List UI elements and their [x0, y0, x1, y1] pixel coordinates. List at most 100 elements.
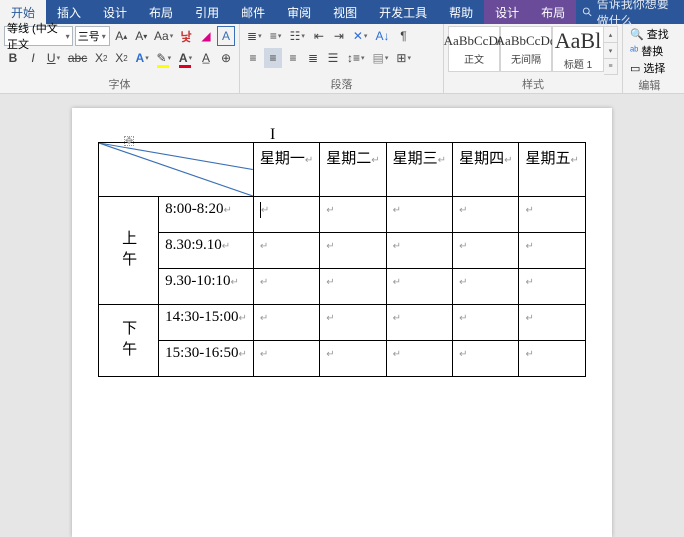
header-wed[interactable]: 星期三↵ [386, 143, 452, 197]
align-left-button[interactable]: ≡ [244, 48, 262, 68]
align-center-button[interactable]: ≡ [264, 48, 282, 68]
style-gallery-scroll[interactable]: ▴ ▾ ≡ [604, 26, 618, 75]
style-gallery[interactable]: AaBbCcDd 正文 AaBbCcDd 无间隔 AaBl 标题 1 ▴ ▾ ≡ [448, 26, 618, 75]
schedule-cell[interactable]: ↵ [386, 341, 452, 377]
section-pm[interactable]: 下午 [99, 305, 159, 377]
justify-button[interactable]: ≣ [304, 48, 322, 68]
diag-header-cell[interactable] [99, 143, 254, 197]
schedule-table[interactable]: 星期一↵ 星期二↵ 星期三↵ 星期四↵ 星期五↵ 上午 8:00-8:20↵ ↵… [98, 142, 586, 377]
char-shading-button[interactable]: ⊕ [217, 48, 235, 68]
distribute-button[interactable]: ☰ [324, 48, 342, 68]
find-button[interactable]: 🔍查找 [627, 26, 672, 42]
tab-design[interactable]: 设计 [92, 0, 138, 24]
underline-button[interactable]: U▾ [44, 48, 63, 68]
schedule-cell[interactable]: ↵ [386, 197, 452, 233]
header-thu[interactable]: 星期四↵ [453, 143, 519, 197]
time-cell[interactable]: 8.30:9.10↵ [159, 233, 254, 269]
style-up-icon[interactable]: ▴ [604, 27, 617, 43]
tab-help[interactable]: 帮助 [438, 0, 484, 24]
schedule-cell[interactable]: ↵ [320, 341, 386, 377]
select-button[interactable]: ▭选择 [627, 60, 672, 76]
sort-button[interactable]: A↓ [372, 26, 392, 46]
time-cell[interactable]: 8:00-8:20↵ [159, 197, 254, 233]
font-color-button[interactable]: A▾ [176, 48, 195, 68]
header-fri[interactable]: 星期五↵ [519, 143, 585, 197]
numbering-button[interactable]: ≡▾ [267, 26, 285, 46]
group-paragraph-label: 段落 [244, 75, 439, 93]
align-right-button[interactable]: ≡ [284, 48, 302, 68]
tab-dev[interactable]: 开发工具 [368, 0, 438, 24]
inc-indent-button[interactable]: ⇥ [330, 26, 348, 46]
style-nospace[interactable]: AaBbCcDd 无间隔 [500, 26, 552, 72]
schedule-cell[interactable]: ↵ [386, 233, 452, 269]
time-cell[interactable]: 15:30-16:50↵ [159, 341, 254, 377]
schedule-cell[interactable]: ↵ [320, 269, 386, 305]
schedule-cell[interactable]: ↵ [253, 197, 319, 233]
font-size-select[interactable]: 三号▾ [75, 26, 111, 46]
schedule-cell[interactable]: ↵ [320, 233, 386, 269]
borders-button[interactable]: ⊞▾ [393, 48, 414, 68]
replace-button[interactable]: ᵃᵇ替换 [627, 43, 672, 59]
header-mon[interactable]: 星期一↵ [253, 143, 319, 197]
asian-layout-button[interactable]: ✕▾ [350, 26, 371, 46]
schedule-cell[interactable]: ↵ [519, 305, 585, 341]
superscript-button[interactable]: X2 [112, 48, 130, 68]
schedule-cell[interactable]: ↵ [519, 197, 585, 233]
shrink-font-button[interactable]: A▾ [132, 26, 150, 46]
time-cell[interactable]: 14:30-15:00↵ [159, 305, 254, 341]
section-am[interactable]: 上午 [99, 197, 159, 305]
tab-context-design[interactable]: 设计 [484, 0, 530, 24]
phonetic-guide-button[interactable]: 낯 [177, 26, 195, 46]
line-spacing-button[interactable]: ↕≡▾ [344, 48, 368, 68]
style-down-icon[interactable]: ▾ [604, 43, 617, 59]
text-effects-button[interactable]: A▾ [133, 48, 152, 68]
schedule-cell[interactable]: ↵ [453, 305, 519, 341]
header-tue[interactable]: 星期二↵ [320, 143, 386, 197]
schedule-cell[interactable]: ↵ [253, 269, 319, 305]
tab-view[interactable]: 视图 [322, 0, 368, 24]
schedule-cell[interactable]: ↵ [519, 341, 585, 377]
bullets-button[interactable]: ≣▾ [244, 26, 265, 46]
page[interactable]: ✥ I 星期一↵ 星期二↵ 星期三↵ 星期四↵ 星期五↵ 上午 8:00-8:2… [72, 108, 612, 537]
char-border-button[interactable]: A [217, 26, 235, 46]
schedule-cell[interactable]: ↵ [253, 233, 319, 269]
enclosed-char-button[interactable]: A̲ [197, 48, 215, 68]
bold-button[interactable]: B [4, 48, 22, 68]
schedule-cell[interactable]: ↵ [253, 341, 319, 377]
font-family-select[interactable]: 等线 (中文正文▾ [4, 26, 73, 46]
strike-button[interactable]: abc [65, 48, 90, 68]
dec-indent-button[interactable]: ⇤ [310, 26, 328, 46]
style-normal[interactable]: AaBbCcDd 正文 [448, 26, 500, 72]
grow-font-button[interactable]: A▴ [112, 26, 130, 46]
schedule-cell[interactable]: ↵ [453, 233, 519, 269]
italic-button[interactable]: I [24, 48, 42, 68]
group-paragraph: ≣▾ ≡▾ ☷▾ ⇤ ⇥ ✕▾ A↓ ¶ ≡ ≡ ≡ ≣ ☰ ↕≡▾ ▤▾ ⊞▾… [240, 24, 444, 93]
schedule-cell[interactable]: ↵ [453, 341, 519, 377]
schedule-cell[interactable]: ↵ [386, 305, 452, 341]
tab-references[interactable]: 引用 [184, 0, 230, 24]
schedule-cell[interactable]: ↵ [253, 305, 319, 341]
tab-review[interactable]: 审阅 [276, 0, 322, 24]
schedule-cell[interactable]: ↵ [386, 269, 452, 305]
tab-mail[interactable]: 邮件 [230, 0, 276, 24]
schedule-cell[interactable]: ↵ [519, 233, 585, 269]
subscript-button[interactable]: X2 [92, 48, 110, 68]
time-cell[interactable]: 9.30-10:10↵ [159, 269, 254, 305]
tab-context-layout[interactable]: 布局 [530, 0, 576, 24]
schedule-cell[interactable]: ↵ [453, 197, 519, 233]
schedule-cell[interactable]: ↵ [453, 269, 519, 305]
schedule-cell[interactable]: ↵ [320, 305, 386, 341]
show-marks-button[interactable]: ¶ [394, 26, 412, 46]
schedule-cell[interactable]: ↵ [320, 197, 386, 233]
multilevel-button[interactable]: ☷▾ [287, 26, 308, 46]
highlight-button[interactable]: ✎▾ [154, 48, 174, 68]
group-editing: 🔍查找 ᵃᵇ替换 ▭选择 编辑 [623, 24, 676, 93]
tell-me-search[interactable]: 告诉我你想要做什么 [576, 0, 684, 24]
style-heading1[interactable]: AaBl 标题 1 [552, 26, 604, 72]
style-more-icon[interactable]: ≡ [604, 59, 617, 74]
shading-button[interactable]: ▤▾ [370, 48, 392, 68]
schedule-cell[interactable]: ↵ [519, 269, 585, 305]
tab-layout[interactable]: 布局 [138, 0, 184, 24]
change-case-button[interactable]: Aa▾ [152, 26, 175, 46]
clear-format-button[interactable]: ◢ [197, 26, 215, 46]
